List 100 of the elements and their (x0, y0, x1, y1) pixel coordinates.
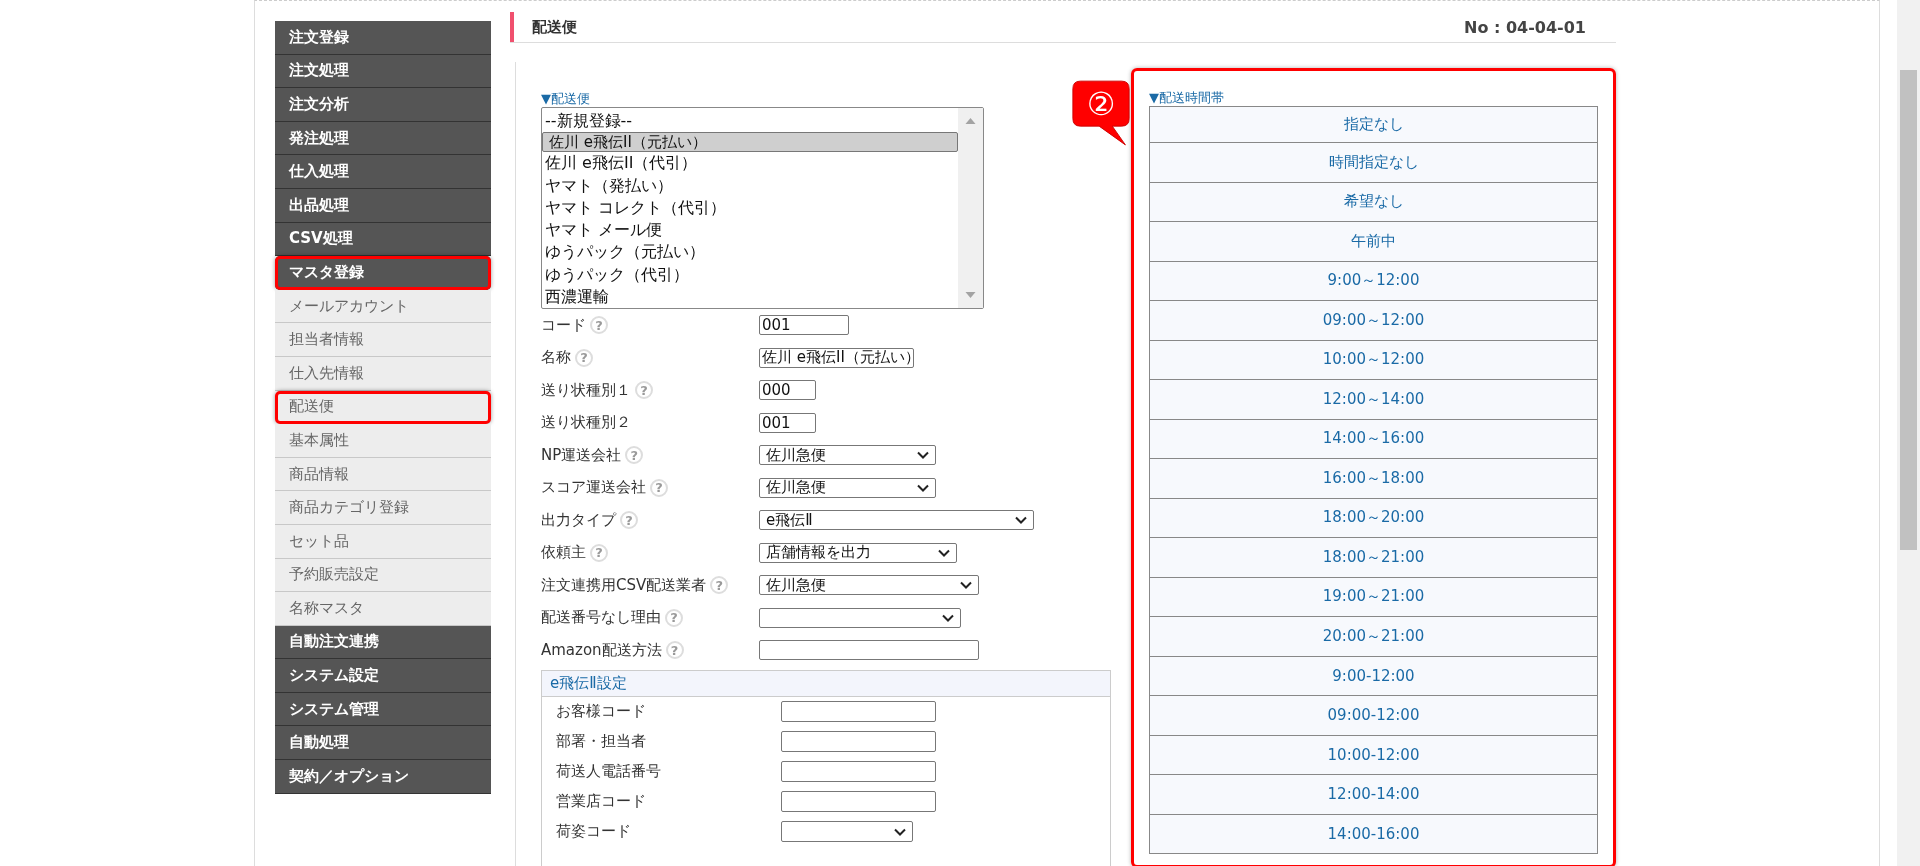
time-slot-item[interactable]: 14:00-16:00 (1149, 814, 1598, 854)
list-option[interactable]: ゆうパック（元払い） (542, 241, 958, 264)
input-field[interactable]: 佐川 e飛伝II（元払い） (759, 347, 914, 368)
input-field[interactable] (759, 640, 979, 661)
field-label: 注文連携用CSV配送業者 (541, 575, 707, 595)
sidebar-item[interactable]: 予約販売設定 (275, 558, 491, 593)
list-option[interactable]: ヤマト コレクト（代引） (542, 196, 958, 220)
sidebar-item[interactable]: 商品情報 (275, 457, 491, 492)
callout-badge: ② (1071, 79, 1131, 147)
select-field[interactable]: 佐川急便 (759, 445, 936, 466)
field-label: 荷送人電話番号 (555, 762, 662, 781)
list-option[interactable]: 佐川 e飛伝II（元払い） (542, 132, 958, 153)
select-field[interactable] (781, 821, 913, 842)
time-slot-item[interactable]: 時間指定なし (1149, 143, 1598, 183)
section-label: ▼配送便 (541, 90, 590, 107)
select-field[interactable]: e飛伝Ⅱ (759, 510, 1034, 531)
time-slot-item[interactable]: 指定なし (1149, 106, 1598, 143)
help-icon[interactable]: ? (635, 381, 653, 400)
time-slot-item[interactable]: 12:00～14:00 (1149, 380, 1598, 420)
sidebar-item[interactable]: 商品カテゴリ登録 (275, 491, 491, 525)
chevron-down-icon (942, 613, 954, 622)
time-slot-item[interactable]: 午前中 (1149, 222, 1598, 262)
input-field[interactable]: 000 (759, 380, 816, 401)
sidebar-group-item[interactable]: 発注処理 (275, 121, 491, 156)
time-slot-item[interactable]: 19:00～21:00 (1149, 577, 1598, 617)
field-label: コード (541, 315, 586, 335)
chevron-down-icon (960, 581, 972, 590)
page-number: No : 04-04-01 (1464, 17, 1586, 37)
field-label: 配送番号なし理由 (541, 608, 661, 628)
sidebar-group-item[interactable]: 注文分析 (275, 88, 491, 122)
carrier-listbox[interactable]: --新規登録-- 佐川 e飛伝II（元払い） 佐川 e飛伝II（代引） ヤマト（発払い） ヤマト コレクト（代引） ヤマト メール便 ゆうパック（元払い） ゆうパック（代引） 西濃運輸 (541, 107, 984, 309)
field-label: 送り状種別２ (541, 413, 631, 433)
help-icon[interactable]: ? (665, 608, 683, 627)
sidebar-group-item[interactable]: CSV処理 (275, 222, 491, 257)
section-label: ▼配送時間帯 (1149, 89, 1224, 106)
time-slot-item[interactable]: 09:00～12:00 (1149, 301, 1598, 341)
field-label: 依頼主 (541, 543, 586, 563)
help-icon[interactable]: ? (650, 478, 668, 497)
input-field[interactable] (781, 731, 936, 752)
sidebar-group-item[interactable]: マスタ登録 (275, 256, 491, 290)
time-slot-item[interactable]: 18:00～20:00 (1149, 498, 1598, 538)
time-slot-item[interactable]: 18:00～21:00 (1149, 538, 1598, 578)
field-label: お客様コード (555, 702, 647, 721)
input-field[interactable]: 001 (759, 412, 816, 433)
sidebar-item[interactable]: 担当者情報 (275, 323, 491, 357)
field-label: NP運送会社 (541, 445, 622, 465)
sidebar-item[interactable]: 基本属性 (275, 424, 491, 458)
chevron-down-icon (1015, 516, 1027, 525)
input-field[interactable] (781, 791, 936, 812)
select-field[interactable]: 佐川急便 (759, 575, 979, 596)
sidebar-item[interactable]: 仕入先情報 (275, 356, 491, 391)
list-option[interactable]: ヤマト メール便 (542, 219, 958, 242)
chevron-down-icon (917, 451, 929, 460)
sidebar-group-item[interactable]: 自動処理 (275, 726, 491, 761)
input-field[interactable] (781, 761, 936, 782)
sidebar-item[interactable]: セット品 (275, 524, 491, 559)
time-slot-item[interactable]: 12:00-14:00 (1149, 775, 1598, 815)
list-option[interactable]: 西濃運輸 (542, 286, 958, 309)
list-option[interactable]: ゆうパック（代引） (542, 263, 958, 287)
time-slot-item[interactable]: 14:00～16:00 (1149, 419, 1598, 459)
time-slot-item[interactable]: 09:00-12:00 (1149, 696, 1598, 736)
time-slot-item[interactable]: 10:00-12:00 (1149, 735, 1598, 775)
help-icon[interactable]: ? (590, 316, 608, 335)
field-label: 出力タイプ (541, 510, 616, 530)
time-slot-item[interactable]: 10:00～12:00 (1149, 340, 1598, 380)
sidebar-group-item[interactable]: システム設定 (275, 659, 491, 693)
sidebar-item[interactable]: 名称マスタ (275, 592, 491, 626)
time-slot-item[interactable]: 9:00～12:00 (1149, 261, 1598, 301)
input-field[interactable] (781, 701, 936, 722)
sidebar-item[interactable]: 配送便 (275, 390, 491, 425)
list-option[interactable]: 佐川 e飛伝II（代引） (542, 152, 958, 175)
title-marker (510, 12, 514, 42)
time-slot-item[interactable]: 希望なし (1149, 182, 1598, 222)
time-slot-item[interactable]: 9:00-12:00 (1149, 656, 1598, 696)
sidebar-group-item[interactable]: 仕入処理 (275, 155, 491, 189)
help-icon[interactable]: ? (575, 348, 593, 367)
field-label: Amazon配送方法 (541, 640, 662, 660)
time-slot-item[interactable]: 20:00～21:00 (1149, 617, 1598, 657)
help-icon[interactable]: ? (590, 543, 608, 562)
time-slot-item[interactable]: 16:00～18:00 (1149, 459, 1598, 499)
list-option[interactable]: --新規登録-- (542, 110, 958, 133)
list-option[interactable]: ヤマト（発払い） (542, 174, 958, 197)
input-field[interactable]: 001 (759, 315, 849, 336)
panel-title: e飛伝Ⅱ設定 (542, 670, 1110, 697)
field-label: 営業店コード (555, 792, 647, 811)
chevron-down-icon (894, 827, 906, 836)
sidebar-item[interactable]: メールアカウント (275, 289, 491, 324)
sidebar-group-item[interactable]: 出品処理 (275, 188, 491, 223)
scrollbar-thumb[interactable] (1900, 70, 1917, 550)
sidebar-group-item[interactable]: 契約／オプション (275, 760, 491, 794)
sidebar-group-item[interactable]: 注文処理 (275, 54, 491, 89)
select-field[interactable]: 佐川急便 (759, 477, 936, 498)
select-field[interactable] (759, 607, 961, 628)
select-field[interactable]: 店舗情報を出力 (759, 542, 957, 563)
help-icon[interactable]: ? (620, 511, 638, 530)
sidebar-group-item[interactable]: システム管理 (275, 692, 491, 727)
sidebar-group-item[interactable]: 自動注文連携 (275, 625, 491, 660)
field-label: 名称 (541, 348, 571, 368)
sidebar-group-item[interactable]: 注文登録 (275, 21, 491, 55)
scrollbar[interactable] (1897, 0, 1920, 866)
